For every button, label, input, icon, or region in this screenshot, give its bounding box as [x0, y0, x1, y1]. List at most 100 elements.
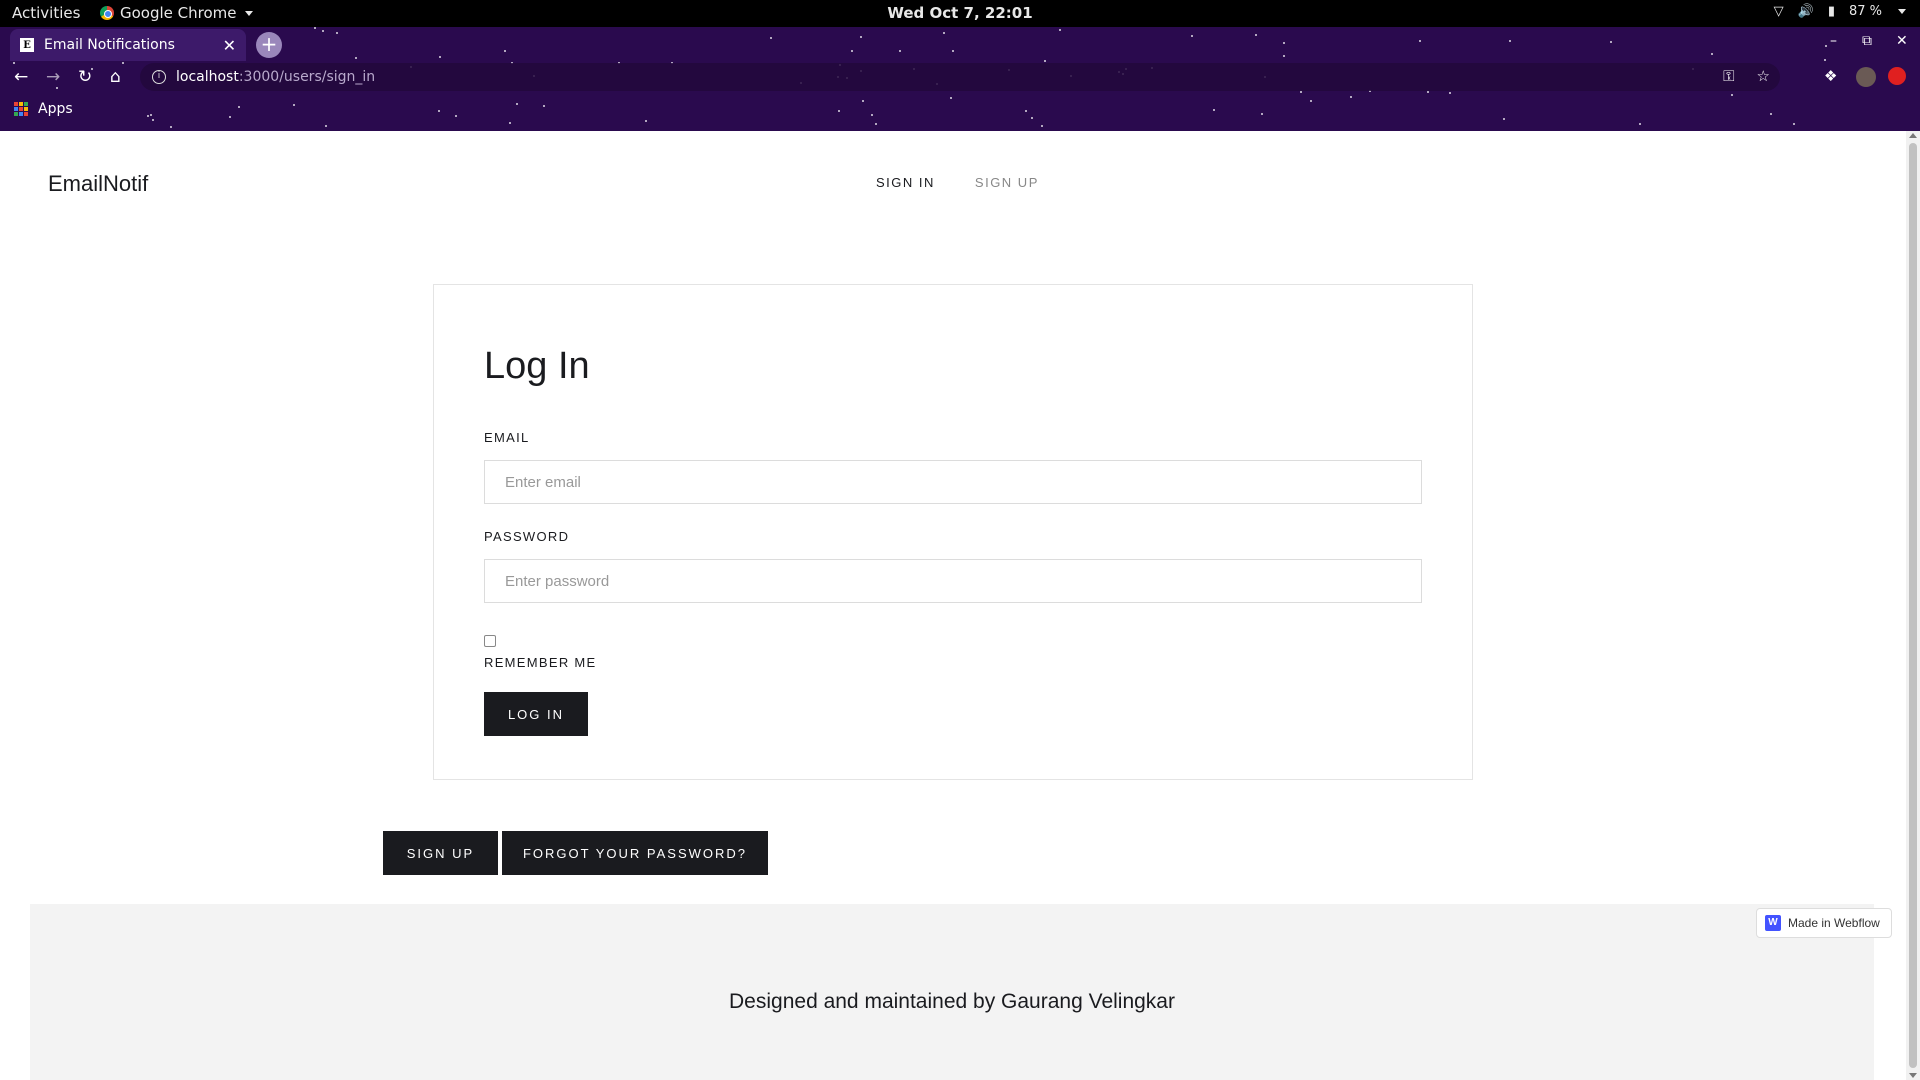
bookmarks-bar: Apps	[14, 101, 73, 117]
restore-icon[interactable]: ⧉	[1862, 33, 1872, 49]
page-content: EmailNotif SIGN IN SIGN UP Log In EMAIL …	[0, 131, 1906, 1080]
star-decoration	[1793, 123, 1795, 125]
star-decoration	[860, 36, 862, 38]
star-decoration	[1255, 34, 1257, 36]
star-decoration	[1310, 100, 1312, 102]
star-decoration	[314, 27, 316, 29]
star-decoration	[1059, 29, 1061, 31]
home-icon[interactable]: ⌂	[110, 67, 121, 87]
webflow-logo-icon: W	[1765, 915, 1781, 931]
tab-title: Email Notifications	[44, 37, 175, 53]
star-decoration	[150, 114, 152, 116]
address-bar[interactable]: i localhost:3000/users/sign_in	[140, 63, 1780, 91]
star-decoration	[438, 110, 440, 112]
remember-me-checkbox[interactable]	[484, 635, 496, 647]
nav-sign-up[interactable]: SIGN UP	[975, 175, 1039, 190]
star-decoration	[645, 120, 647, 122]
star-decoration	[455, 115, 457, 117]
bookmark-apps[interactable]: Apps	[38, 101, 73, 117]
star-decoration	[838, 110, 840, 112]
footer-credit: Designed and maintained by Gaurang Velin…	[729, 990, 1175, 1013]
star-decoration	[1283, 42, 1285, 44]
url-path: :3000/users/sign_in	[238, 69, 376, 85]
star-decoration	[322, 30, 324, 32]
star-decoration	[1213, 109, 1215, 111]
star-decoration	[147, 115, 149, 117]
star-decoration	[439, 56, 441, 58]
star-decoration	[950, 97, 952, 99]
star-decoration	[543, 105, 545, 107]
sign-up-button[interactable]: SIGN UP	[383, 831, 498, 875]
back-icon[interactable]: ←	[14, 67, 28, 87]
reload-icon[interactable]: ↻	[78, 67, 92, 87]
star-decoration	[952, 50, 954, 52]
star-decoration	[875, 123, 877, 125]
remember-me-label: REMEMBER ME	[484, 655, 597, 670]
star-decoration	[1419, 40, 1421, 42]
made-in-webflow-badge[interactable]: W Made in Webflow	[1756, 908, 1892, 938]
star-decoration	[509, 122, 511, 124]
volume-icon: 🔊	[1797, 4, 1814, 19]
forward-icon[interactable]: →	[46, 67, 60, 87]
star-decoration	[336, 32, 338, 34]
chevron-down-icon	[244, 10, 253, 16]
omnibox-actions: ⚿ ☆	[1723, 67, 1770, 85]
url-host: localhost	[176, 69, 239, 85]
site-brand[interactable]: EmailNotif	[48, 171, 148, 197]
forgot-password-button[interactable]: FORGOT YOUR PASSWORD?	[502, 831, 768, 875]
app-menu[interactable]: Google Chrome	[100, 4, 253, 22]
new-tab-button[interactable]: +	[256, 32, 282, 58]
star-decoration	[325, 125, 327, 127]
star-decoration	[1711, 53, 1713, 55]
star-decoration	[1639, 123, 1641, 125]
star-decoration	[1191, 35, 1193, 37]
star-decoration	[1261, 113, 1263, 115]
star-decoration	[1731, 94, 1733, 96]
password-field[interactable]	[484, 559, 1422, 603]
email-label: EMAIL	[484, 430, 530, 445]
extension-red-icon[interactable]	[1888, 67, 1906, 89]
key-icon[interactable]: ⚿	[1723, 67, 1734, 85]
star-decoration	[943, 32, 945, 34]
login-card: Log In EMAIL PASSWORD REMEMBER ME LOG IN	[433, 284, 1473, 780]
page-scrollbar[interactable]	[1906, 131, 1920, 1080]
star-decoration	[1041, 125, 1043, 127]
scroll-thumb[interactable]	[1909, 143, 1917, 1068]
star-decoration	[1025, 110, 1027, 112]
close-tab-icon[interactable]: ✕	[223, 36, 236, 55]
minimize-icon[interactable]: –	[1830, 33, 1837, 49]
browser-tab[interactable]: E Email Notifications ✕	[10, 29, 246, 61]
star-decoration	[1350, 96, 1352, 98]
chrome-icon	[100, 6, 114, 20]
password-label: PASSWORD	[484, 529, 570, 544]
scroll-down-icon[interactable]	[1909, 1073, 1917, 1078]
star-decoration	[238, 106, 240, 108]
close-window-icon[interactable]: ✕	[1896, 33, 1908, 49]
star-icon[interactable]: ☆	[1757, 67, 1770, 85]
star-decoration	[899, 50, 901, 52]
browser-chrome: E Email Notifications ✕ + – ⧉ ✕ ← → ↻ ⌂ …	[0, 27, 1920, 131]
star-decoration	[229, 116, 231, 118]
star-decoration	[355, 57, 357, 59]
system-top-bar: Activities Google Chrome Wed Oct 7, 22:0…	[0, 0, 1920, 27]
star-decoration	[1283, 55, 1285, 57]
browser-toolbar: ← → ↻ ⌂ i localhost:3000/users/sign_in ⚿…	[0, 61, 1920, 93]
star-decoration	[516, 103, 518, 105]
nav-sign-in[interactable]: SIGN IN	[876, 175, 935, 190]
activities-button[interactable]: Activities	[12, 4, 80, 22]
chevron-down-icon	[1898, 9, 1906, 14]
extensions-icon[interactable]: ❖	[1824, 67, 1837, 85]
wifi-icon: ▽	[1773, 4, 1784, 19]
info-icon[interactable]: i	[152, 70, 166, 84]
star-decoration	[1503, 118, 1505, 120]
email-field[interactable]	[484, 460, 1422, 504]
star-decoration	[1825, 45, 1827, 47]
profile-avatar[interactable]	[1856, 67, 1876, 91]
system-tray[interactable]: ▽ 🔊 ▮ 87 %	[1774, 4, 1906, 19]
scroll-up-icon[interactable]	[1909, 133, 1917, 138]
clock[interactable]: Wed Oct 7, 22:01	[0, 4, 1920, 22]
login-button[interactable]: LOG IN	[484, 692, 588, 736]
app-name: Google Chrome	[120, 4, 237, 22]
star-decoration	[770, 37, 772, 39]
site-nav: SIGN IN SIGN UP	[876, 175, 1039, 190]
